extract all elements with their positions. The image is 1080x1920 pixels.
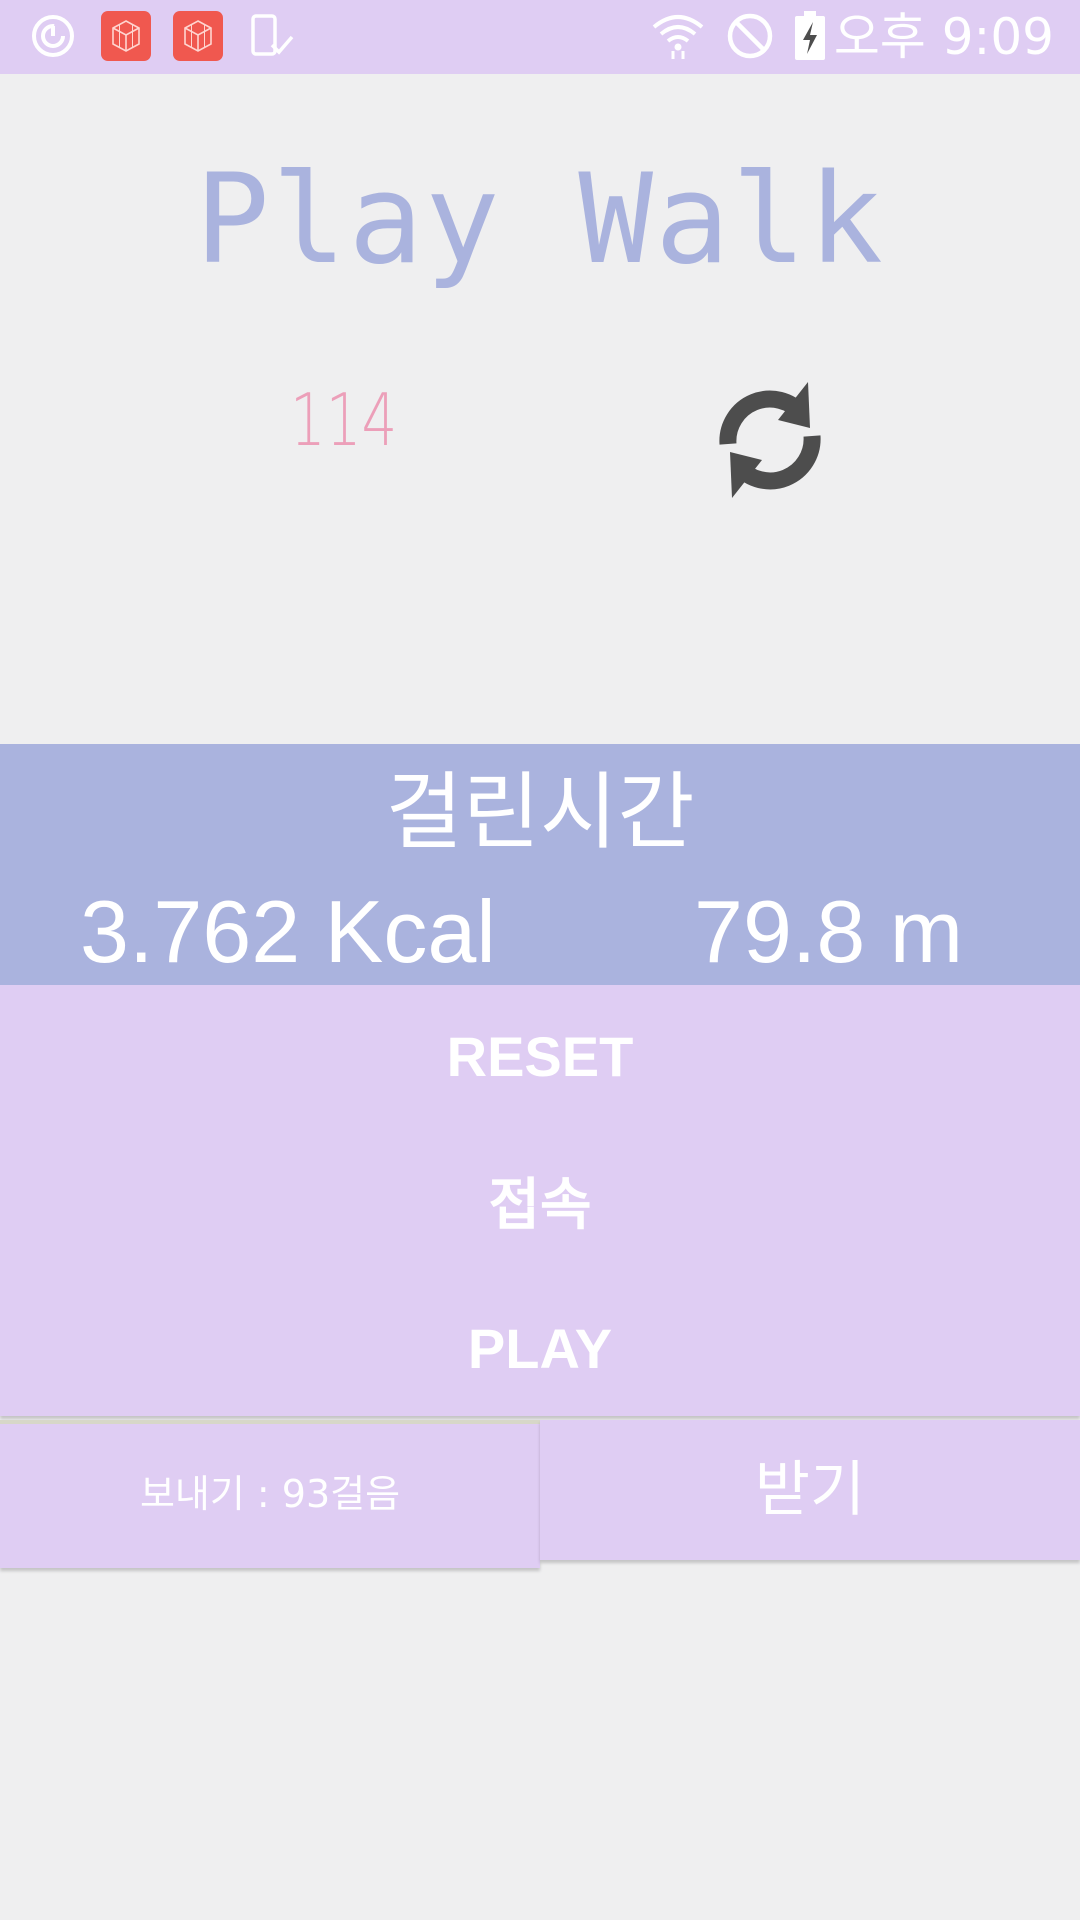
do-not-disturb-icon: [724, 11, 776, 61]
reset-button[interactable]: RESET: [0, 985, 1080, 1129]
app-cube-icon: [100, 11, 152, 61]
connect-button[interactable]: 접속: [0, 1129, 1080, 1282]
distance-value: 79.8 m: [694, 882, 964, 981]
stats-panel: 걸린시간 3.762 Kcal 79.8 m: [0, 744, 1080, 985]
step-count: 114: [290, 378, 398, 462]
refresh-icon: [719, 382, 821, 498]
phone-check-icon: [246, 11, 296, 61]
battery-charging-icon: [790, 11, 830, 61]
app-title: Play Walk: [195, 148, 885, 292]
refresh-button[interactable]: [708, 378, 832, 502]
elapsed-time-label: 걸린시간: [385, 763, 695, 861]
receive-button[interactable]: 받기: [540, 1420, 1080, 1560]
play-button[interactable]: PLAY: [0, 1282, 1080, 1416]
app-cube-icon: [172, 11, 224, 61]
wifi-icon: [650, 11, 706, 61]
sync-circle-icon: [28, 11, 78, 61]
send-button[interactable]: 보내기 : 93걸음: [0, 1420, 540, 1568]
calories-value: 3.762 Kcal: [80, 882, 496, 981]
status-bar: 오후 9:09: [0, 0, 1080, 74]
status-time: 오후 9:09: [833, 8, 1054, 66]
